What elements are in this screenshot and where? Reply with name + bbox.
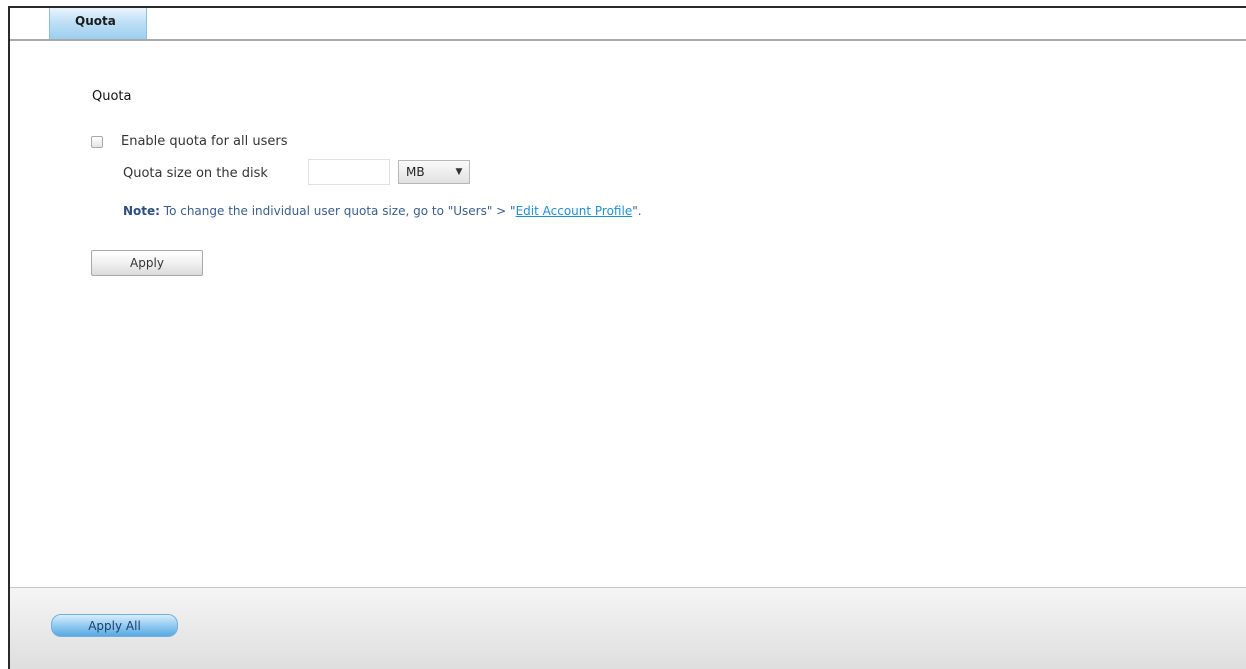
- section-title: Quota: [92, 89, 132, 104]
- tab-bar: Quota: [10, 8, 1246, 41]
- quota-window: Quota Quota Enable quota for all users Q…: [8, 6, 1246, 669]
- enable-quota-label[interactable]: Enable quota for all users: [121, 134, 288, 149]
- quota-unit-select[interactable]: MB ▼: [398, 160, 470, 184]
- quota-note: Note: To change the individual user quot…: [123, 204, 642, 218]
- quota-size-label: Quota size on the disk: [123, 166, 268, 181]
- tab-quota[interactable]: Quota: [49, 8, 147, 39]
- apply-button[interactable]: Apply: [91, 250, 203, 276]
- tab-quota-label: Quota: [75, 14, 116, 28]
- note-suffix: ".: [632, 204, 642, 218]
- quota-size-input[interactable]: [308, 159, 390, 185]
- apply-all-button[interactable]: Apply All: [51, 614, 178, 637]
- quota-panel: Quota Enable quota for all users Quota s…: [10, 41, 1246, 586]
- enable-quota-checkbox[interactable]: [91, 136, 103, 148]
- quota-unit-value: MB: [406, 165, 425, 179]
- note-prefix: Note:: [123, 204, 160, 218]
- footer-bar: Apply All: [10, 587, 1246, 669]
- note-text: To change the individual user quota size…: [159, 204, 516, 218]
- edit-account-profile-link[interactable]: Edit Account Profile: [516, 204, 633, 218]
- chevron-down-icon[interactable]: ▼: [449, 161, 469, 183]
